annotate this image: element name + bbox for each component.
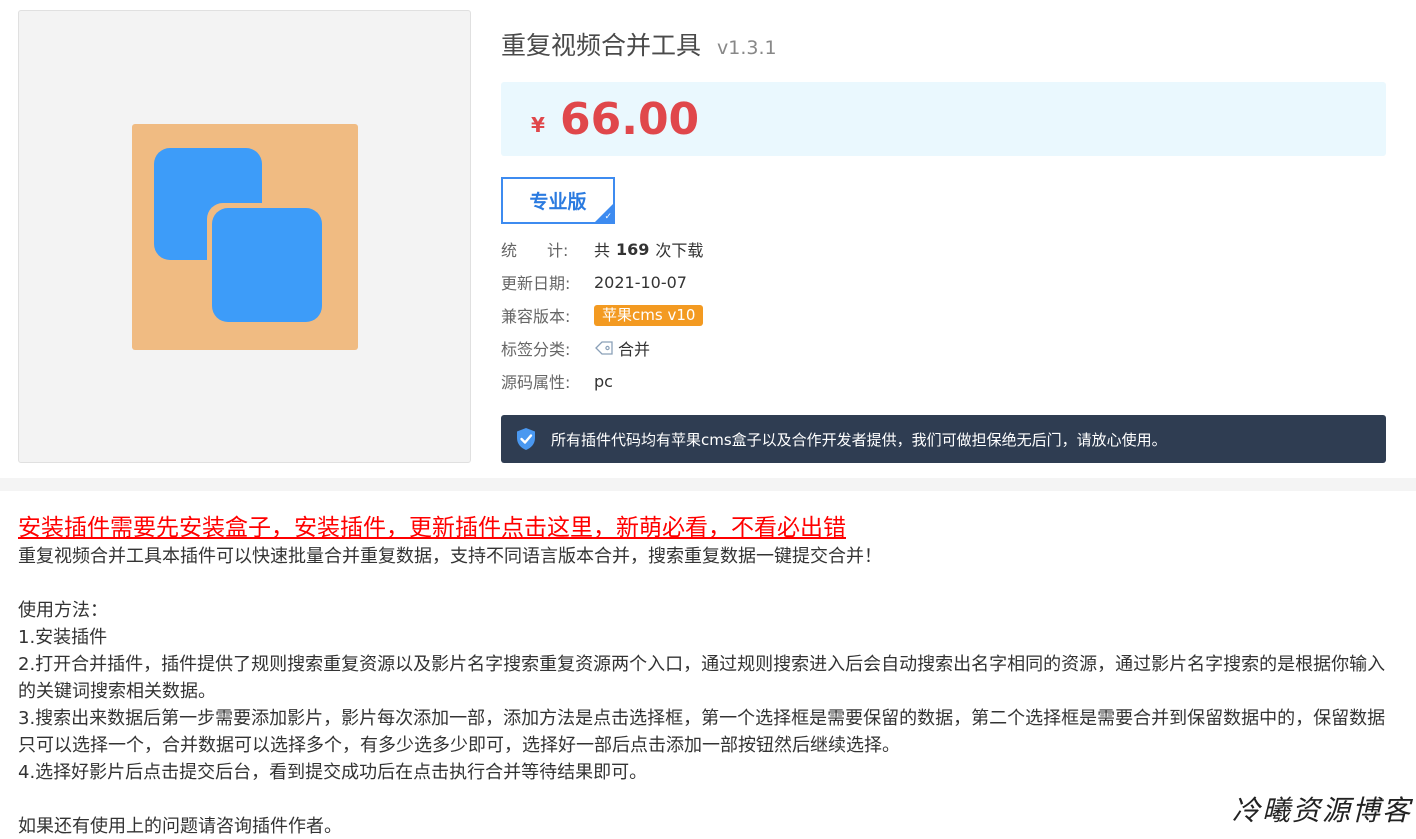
currency-symbol: ¥ xyxy=(531,113,545,137)
usage-step-4: 4.选择好影片后点击提交后台，看到提交成功后在点击执行合并等待结果即可。 xyxy=(18,762,648,783)
compat-badge[interactable]: 苹果cms v10 xyxy=(594,304,704,326)
product-card: 重复视频合并工具 v1.3.1 ¥ 66.00 专业版 ✓ 统计: 共 169 … xyxy=(0,0,1416,478)
price-box: ¥ 66.00 xyxy=(501,82,1386,156)
tag-icon xyxy=(595,341,613,355)
usage-step-2: 2.打开合并插件，插件提供了规则搜索重复资源以及影片名字搜索重复资源两个入口，通… xyxy=(18,654,1386,702)
source-value: pc xyxy=(594,371,613,391)
tag-link[interactable]: 合并 xyxy=(618,336,650,360)
description-panel: 安装插件需要先安装盒子，安装插件，更新插件点击这里，新萌必看，不看必出错 重复视… xyxy=(0,491,1416,839)
product-info: 重复视频合并工具 v1.3.1 ¥ 66.00 专业版 ✓ 统计: 共 169 … xyxy=(501,0,1386,478)
stats-row: 统计: 共 169 次下载 xyxy=(501,238,704,261)
price-value: 66.00 xyxy=(560,94,700,145)
stats-prefix: 共 xyxy=(594,241,611,260)
intro-text: 重复视频合并工具本插件可以快速批量合并重复数据，支持不同语言版本合并，搜索重复数… xyxy=(18,546,882,567)
tags-row: 标签分类: 合并 xyxy=(501,337,650,359)
guarantee-text: 所有插件代码均有苹果cms盒子以及合作开发者提供，我们可做担保绝无后门，请放心使… xyxy=(551,430,1167,449)
stats-label: 统计: xyxy=(501,241,569,260)
logo-square-front xyxy=(212,208,322,322)
shield-check-icon xyxy=(517,428,535,450)
usage-step-3: 3.搜索出来数据后第一步需要添加影片，影片每次添加一部，添加方法是点击选择框，第… xyxy=(18,708,1386,756)
product-title: 重复视频合并工具 xyxy=(501,31,702,60)
source-label: 源码属性: xyxy=(501,373,571,392)
update-date-label: 更新日期: xyxy=(501,274,571,293)
install-guide-link[interactable]: 安装插件需要先安装盒子，安装插件，更新插件点击这里，新萌必看，不看必出错 xyxy=(18,513,1398,543)
source-row: 源码属性: pc xyxy=(501,370,613,393)
stats-suffix: 次下载 xyxy=(655,241,704,260)
update-date-row: 更新日期: 2021-10-07 xyxy=(501,271,687,294)
guarantee-banner: 所有插件代码均有苹果cms盒子以及合作开发者提供，我们可做担保绝无后门，请放心使… xyxy=(501,415,1386,463)
usage-title: 使用方法： xyxy=(18,600,108,621)
compat-row: 兼容版本: 苹果cms v10 xyxy=(501,304,704,326)
compat-label: 兼容版本: xyxy=(501,307,571,326)
download-count: 169 xyxy=(616,239,650,259)
merge-logo-icon xyxy=(132,124,358,350)
edition-label: 专业版 xyxy=(529,191,587,213)
edition-option-button[interactable]: 专业版 ✓ xyxy=(501,177,615,224)
title-row: 重复视频合并工具 v1.3.1 xyxy=(501,26,777,60)
usage-step-1: 1.安装插件 xyxy=(18,627,108,648)
check-icon: ✓ xyxy=(604,212,612,222)
contact-text: 如果还有使用上的问题请咨询插件作者。 xyxy=(18,816,342,837)
product-version: v1.3.1 xyxy=(717,37,777,59)
tags-label: 标签分类: xyxy=(501,340,571,359)
product-cover xyxy=(18,10,471,463)
update-date-value: 2021-10-07 xyxy=(594,272,687,292)
watermark-text: 冷曦资源博客 xyxy=(1231,794,1412,827)
